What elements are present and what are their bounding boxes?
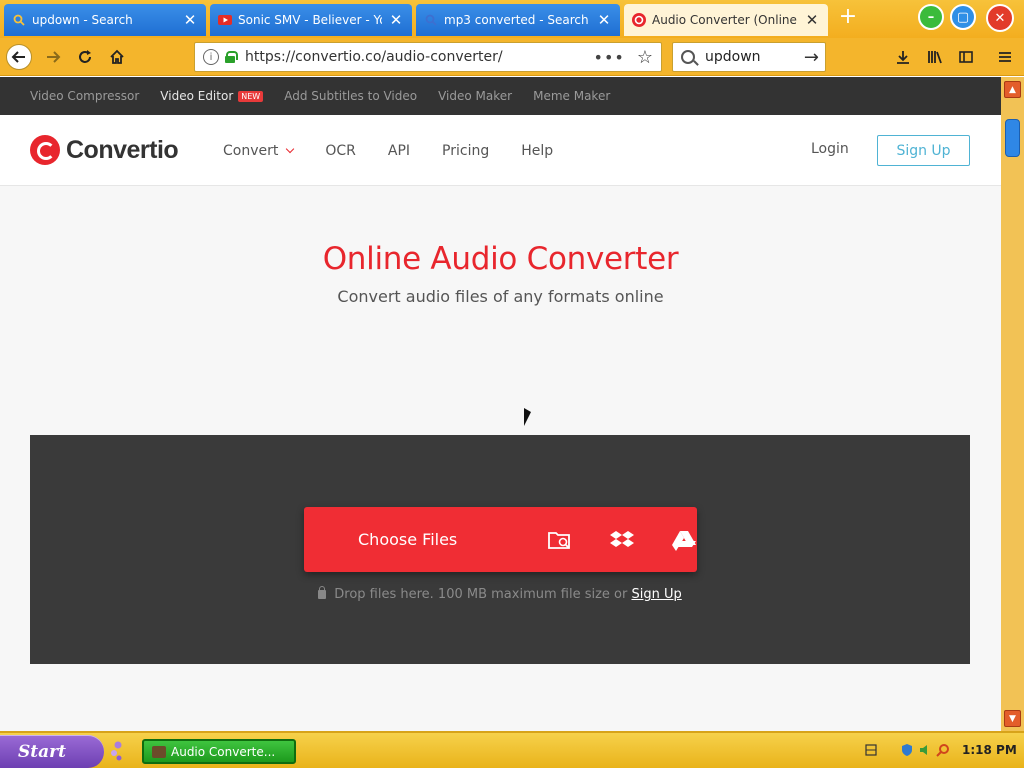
home-icon bbox=[110, 49, 124, 64]
folder-search-icon[interactable] bbox=[547, 527, 573, 553]
tab-title: mp3 converted - Search bbox=[444, 13, 589, 27]
lock-icon bbox=[225, 51, 238, 63]
signup-link[interactable]: Sign Up bbox=[631, 587, 681, 602]
hamburger-menu-icon bbox=[999, 52, 1011, 62]
tab-title: Audio Converter (Online bbox=[652, 13, 797, 27]
navigation-toolbar: i https://convertio.co/audio-converter/ … bbox=[0, 38, 1024, 76]
menu-button[interactable] bbox=[992, 44, 1018, 70]
firefox-icon bbox=[152, 745, 166, 758]
choose-files-button[interactable]: Choose Files bbox=[304, 507, 697, 572]
close-icon[interactable]: ✕ bbox=[388, 11, 404, 29]
convertio-icon bbox=[632, 13, 646, 27]
reload-button[interactable] bbox=[72, 44, 98, 70]
search-bar[interactable]: updown → bbox=[672, 42, 826, 72]
network-icon[interactable] bbox=[864, 743, 878, 757]
new-badge: NEW bbox=[238, 90, 264, 102]
drop-files-note: Drop files here. 100 MB maximum file siz… bbox=[30, 586, 970, 602]
maximize-button[interactable]: ▢ bbox=[950, 4, 976, 30]
tab-audio-converter[interactable]: Audio Converter (Online ✕ bbox=[624, 4, 828, 36]
dropbox-icon[interactable] bbox=[609, 527, 635, 553]
nav-help[interactable]: Help bbox=[521, 143, 553, 159]
main-nav: Convert OCR API Pricing Help bbox=[223, 115, 585, 186]
reload-icon bbox=[79, 50, 91, 63]
library-button[interactable] bbox=[922, 44, 948, 70]
signup-button[interactable]: Sign Up bbox=[877, 135, 970, 166]
scroll-up-arrow-icon[interactable]: ▲ bbox=[1004, 81, 1021, 98]
file-drop-zone[interactable]: Choose Files Drop files here. 100 MB max… bbox=[30, 435, 970, 664]
speaker-icon[interactable] bbox=[918, 743, 932, 757]
nav-pricing[interactable]: Pricing bbox=[442, 143, 489, 159]
taskbar: Start Audio Converte... 1:18 PM bbox=[0, 731, 1024, 768]
tab-strip: updown - Search ✕ Sonic SMV - Believer -… bbox=[0, 0, 1024, 38]
vertical-scrollbar[interactable]: ▲ ▼ bbox=[1001, 77, 1024, 731]
scroll-down-arrow-icon[interactable]: ▼ bbox=[1004, 710, 1021, 727]
decoration-icon bbox=[111, 741, 122, 761]
tab-title: updown - Search bbox=[32, 13, 133, 27]
system-clock[interactable]: 1:18 PM bbox=[962, 743, 1017, 757]
page-title: Online Audio Converter bbox=[322, 241, 679, 277]
close-icon[interactable]: ✕ bbox=[804, 11, 820, 29]
nav-label: Convert bbox=[223, 142, 279, 159]
tab-updown-search[interactable]: updown - Search ✕ bbox=[4, 4, 206, 36]
tab-title: Sonic SMV - Believer - Yo bbox=[238, 13, 382, 27]
taskbar-item-audio-converter[interactable]: Audio Converte... bbox=[142, 739, 296, 764]
google-drive-icon[interactable] bbox=[671, 527, 697, 553]
sidebar-icon bbox=[959, 51, 973, 63]
page-actions-menu[interactable]: ••• bbox=[594, 48, 625, 67]
download-icon bbox=[897, 51, 909, 64]
page-subtitle: Convert audio files of any formats onlin… bbox=[337, 287, 664, 306]
site-header: Convertio Convert OCR API Pricing Help L… bbox=[0, 115, 1001, 186]
hero-section: Online Audio Converter Convert audio fil… bbox=[0, 186, 1001, 731]
close-icon[interactable]: ✕ bbox=[596, 11, 612, 29]
back-button[interactable] bbox=[6, 44, 32, 70]
bookmark-star-icon[interactable]: ☆ bbox=[637, 47, 653, 68]
search-input[interactable]: updown bbox=[705, 49, 804, 65]
promo-link-add-subtitles[interactable]: Add Subtitles to Video bbox=[284, 89, 417, 103]
drop-note-text: Drop files here. 100 MB maximum file siz… bbox=[334, 587, 628, 602]
web-page: Video Compressor Video Editor NEW Add Su… bbox=[0, 77, 1001, 731]
taskbar-item-label: Audio Converte... bbox=[171, 744, 276, 759]
close-window-button[interactable]: ✕ bbox=[986, 4, 1014, 32]
promo-link-label: Video Editor bbox=[160, 89, 234, 103]
mouse-cursor bbox=[524, 408, 531, 426]
nav-ocr[interactable]: OCR bbox=[325, 143, 356, 159]
forward-button[interactable] bbox=[40, 44, 66, 70]
promo-link-video-editor[interactable]: Video Editor NEW bbox=[160, 89, 264, 103]
promo-link-video-maker[interactable]: Video Maker bbox=[438, 89, 512, 103]
scrollbar-thumb[interactable] bbox=[1005, 119, 1020, 157]
nav-convert[interactable]: Convert bbox=[223, 142, 295, 159]
home-button[interactable] bbox=[104, 44, 130, 70]
site-logo[interactable]: Convertio bbox=[66, 136, 179, 165]
tab-sonic-believer[interactable]: Sonic SMV - Believer - Yo ✕ bbox=[210, 4, 412, 36]
info-icon[interactable]: i bbox=[203, 49, 219, 65]
forward-arrow-icon bbox=[47, 51, 61, 63]
downloads-button[interactable] bbox=[890, 44, 916, 70]
magnifier-tray-icon[interactable] bbox=[936, 743, 950, 757]
login-link[interactable]: Login bbox=[811, 141, 849, 157]
address-bar[interactable]: i https://convertio.co/audio-converter/ … bbox=[194, 42, 662, 72]
promo-bar: Video Compressor Video Editor NEW Add Su… bbox=[0, 77, 1001, 115]
promo-link-video-compressor[interactable]: Video Compressor bbox=[30, 89, 139, 103]
search-icon bbox=[681, 50, 695, 64]
search-go-arrow-icon[interactable]: → bbox=[804, 47, 819, 68]
convertio-logo-icon[interactable] bbox=[30, 135, 60, 165]
url-text[interactable]: https://convertio.co/audio-converter/ bbox=[245, 49, 594, 65]
promo-link-meme-maker[interactable]: Meme Maker bbox=[533, 89, 610, 103]
search-icon bbox=[12, 13, 26, 27]
start-button[interactable]: Start bbox=[0, 735, 104, 768]
chevron-down-icon bbox=[286, 144, 295, 153]
tab-mp3-search[interactable]: mp3 converted - Search ✕ bbox=[416, 4, 620, 36]
nav-api[interactable]: API bbox=[388, 143, 410, 159]
library-icon bbox=[928, 51, 942, 64]
close-icon[interactable]: ✕ bbox=[182, 11, 198, 29]
search-icon bbox=[424, 13, 438, 27]
shield-icon[interactable] bbox=[900, 743, 914, 757]
choose-files-label: Choose Files bbox=[358, 530, 458, 549]
back-arrow-icon bbox=[11, 51, 25, 63]
youtube-icon bbox=[218, 13, 232, 27]
minimize-button[interactable]: – bbox=[918, 4, 944, 30]
lock-icon bbox=[318, 586, 327, 599]
new-tab-button[interactable]: + bbox=[836, 6, 860, 30]
sidebar-button[interactable] bbox=[953, 44, 979, 70]
